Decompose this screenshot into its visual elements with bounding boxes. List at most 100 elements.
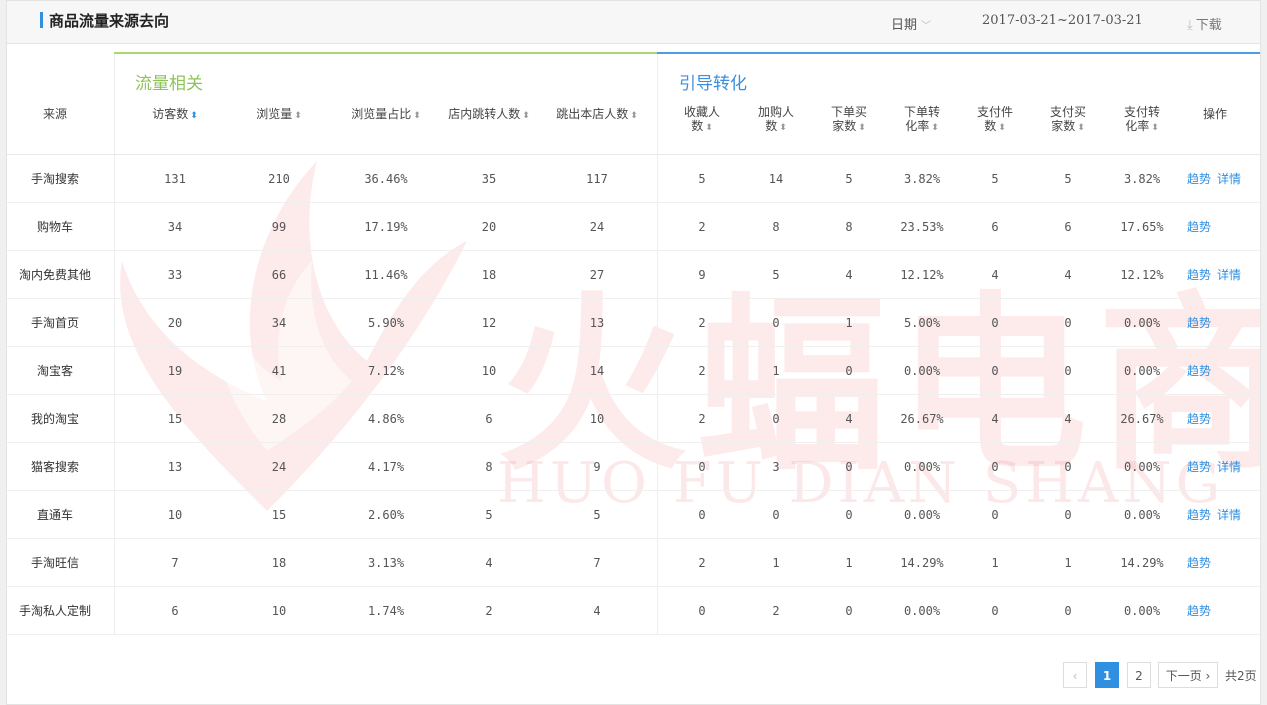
detail-link[interactable]: 详情	[1217, 508, 1241, 522]
sort-icon[interactable]: ⬍	[858, 123, 866, 133]
cell-order_buyers: 1	[845, 556, 853, 570]
trend-link[interactable]: 趋势	[1187, 556, 1211, 570]
table-row: 淘内免费其他 33 66 11.46% 18 27 9 5 4 12.12% 4 4 12.12% 趋势详…	[7, 251, 1260, 299]
trend-link[interactable]: 趋势	[1187, 604, 1211, 618]
column-header-label: 加购人	[757, 105, 794, 119]
sort-icon[interactable]: ⬍	[413, 111, 421, 121]
next-page-button[interactable]: 下一页 ›	[1158, 662, 1218, 688]
source-cell: 淘内免费其他	[18, 268, 91, 282]
ops-cell: 趋势 详情	[1187, 443, 1247, 491]
sort-icon[interactable]: ⬍	[294, 111, 302, 121]
cell-pay_rate: 0.00%	[1123, 364, 1161, 378]
trend-link[interactable]: 趋势	[1187, 364, 1211, 378]
cell-pay_rate: 0.00%	[1123, 508, 1161, 522]
cell-in_store: 10	[481, 364, 497, 378]
source-cell: 手淘搜索	[30, 172, 79, 186]
download-label: 下载	[1195, 18, 1222, 33]
cell-carts: 0	[772, 412, 780, 426]
detail-link[interactable]: 详情	[1217, 460, 1241, 474]
cell-pay_buyers: 0	[1064, 316, 1072, 330]
cell-pay_rate: 0.00%	[1123, 460, 1161, 474]
cell-carts: 5	[772, 268, 780, 282]
cell-pay_buyers: 0	[1064, 364, 1072, 378]
column-header-visitors[interactable]: 访客数 ⬍	[130, 107, 220, 123]
prev-page-button[interactable]: ‹	[1063, 662, 1087, 688]
column-header-order_buyers[interactable]: 下单买 家数 ⬍	[819, 105, 879, 135]
cell-favorites: 2	[698, 556, 706, 570]
cell-pay_rate: 0.00%	[1123, 604, 1161, 618]
trend-link[interactable]: 趋势	[1187, 508, 1211, 522]
cell-pay_rate: 12.12%	[1120, 268, 1164, 282]
column-header-label: 下单买	[830, 105, 867, 119]
column-header-pv_share[interactable]: 浏览量占比 ⬍	[336, 107, 436, 123]
column-header-label: 浏览量占比	[351, 107, 412, 121]
table-row: 直通车 10 15 2.60% 5 5 0 0 0 0.00% 0 0 0.00% 趋势 详情	[7, 491, 1260, 539]
trend-link[interactable]: 趋势	[1187, 460, 1211, 474]
column-header-carts[interactable]: 加购人数 ⬍	[746, 105, 806, 135]
traffic-group-title: 流量相关	[135, 74, 203, 94]
cell-pay_buyers: 0	[1064, 604, 1072, 618]
download-button[interactable]: ⤓ 下载	[1187, 14, 1222, 33]
sort-icon[interactable]: ⬍	[1151, 123, 1159, 133]
cell-order_buyers: 1	[845, 316, 853, 330]
sort-icon[interactable]: ⬍	[779, 123, 787, 133]
cell-pv_share: 5.90%	[367, 316, 405, 330]
cell-visitors: 13	[167, 460, 183, 474]
cell-visitors: 20	[167, 316, 183, 330]
trend-link[interactable]: 趋势	[1187, 268, 1211, 282]
cell-pay_items: 0	[991, 460, 999, 474]
sort-icon[interactable]: ⬍	[1077, 123, 1085, 133]
page-total: 共2页	[1225, 669, 1257, 683]
sort-icon[interactable]: ⬍	[705, 123, 713, 133]
cell-carts: 2	[772, 604, 780, 618]
cell-pv_share: 4.86%	[367, 412, 405, 426]
cell-carts: 0	[772, 508, 780, 522]
sort-icon[interactable]: ⬍	[190, 111, 198, 121]
panel-header: 商品流量来源去向 日期 ﹀ 2017-03-21~2017-03-21 ⤓ 下载	[7, 1, 1260, 44]
cell-pageviews: 34	[271, 316, 287, 330]
sort-icon[interactable]: ⬍	[630, 111, 638, 121]
column-header-label: 浏览量	[256, 107, 293, 121]
trend-link[interactable]: 趋势	[1187, 172, 1211, 186]
page-button-1[interactable]: 1	[1095, 662, 1119, 688]
column-header-pay_items[interactable]: 支付件数 ⬍	[965, 105, 1025, 135]
detail-link[interactable]: 详情	[1217, 268, 1241, 282]
sort-icon[interactable]: ⬍	[522, 111, 530, 121]
cell-favorites: 2	[698, 364, 706, 378]
chevron-down-icon: ﹀	[921, 21, 932, 32]
column-header-order_rate[interactable]: 下单转 化率 ⬍	[892, 105, 952, 135]
column-header-pay_buyers[interactable]: 支付买 家数 ⬍	[1038, 105, 1098, 135]
cell-order_buyers: 4	[845, 412, 853, 426]
cell-pageviews: 15	[271, 508, 287, 522]
trend-link[interactable]: 趋势	[1187, 220, 1211, 234]
cell-in_store: 20	[481, 220, 497, 234]
column-header-pageviews[interactable]: 浏览量 ⬍	[234, 107, 324, 123]
page-button-2[interactable]: 2	[1127, 662, 1151, 688]
sort-icon[interactable]: ⬍	[931, 123, 939, 133]
cell-pv_share: 36.46%	[364, 172, 408, 186]
cell-favorites: 0	[698, 508, 706, 522]
cell-order_rate: 0.00%	[903, 460, 941, 474]
cell-pageviews: 24	[271, 460, 287, 474]
column-header-favorites[interactable]: 收藏人数 ⬍	[672, 105, 732, 135]
cell-favorites: 0	[698, 460, 706, 474]
table-row: 手淘旺信 7 18 3.13% 4 7 2 1 1 14.29% 1 1 14.29% 趋势	[7, 539, 1260, 587]
column-header-in_store[interactable]: 店内跳转人数 ⬍	[434, 107, 544, 123]
column-header-pay_rate[interactable]: 支付转 化率 ⬍	[1112, 105, 1172, 135]
detail-link[interactable]: 详情	[1217, 172, 1241, 186]
cell-pay_buyers: 5	[1064, 172, 1072, 186]
trend-link[interactable]: 趋势	[1187, 316, 1211, 330]
ops-cell: 趋势	[1187, 347, 1217, 395]
cell-visitors: 33	[167, 268, 183, 282]
sort-icon[interactable]: ⬍	[998, 123, 1006, 133]
date-dropdown[interactable]: 日期 ﹀	[891, 14, 931, 33]
column-header-out_store[interactable]: 跳出本店人数 ⬍	[542, 107, 652, 123]
cell-visitors: 19	[167, 364, 183, 378]
trend-link[interactable]: 趋势	[1187, 412, 1211, 426]
cell-order_rate: 14.29%	[900, 556, 944, 570]
ops-cell: 趋势 详情	[1187, 491, 1247, 539]
column-header-ops: 操作	[1185, 107, 1245, 121]
column-header-label: 支付转	[1123, 105, 1160, 119]
source-cell: 淘宝客	[36, 364, 73, 378]
column-header-label: 跳出本店人数	[556, 107, 629, 121]
